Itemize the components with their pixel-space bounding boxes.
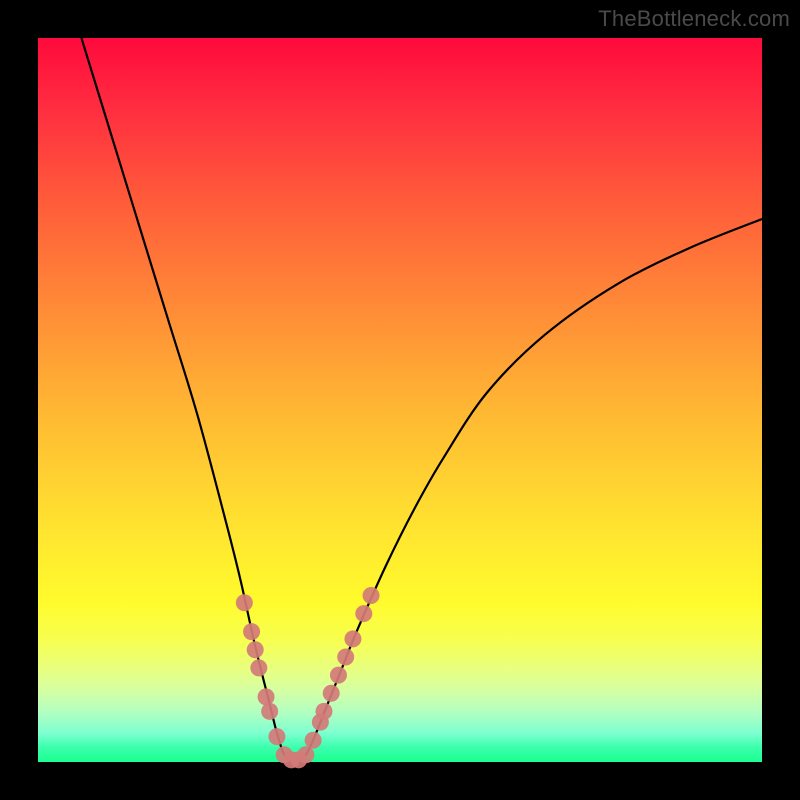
highlight-dot [344, 630, 361, 647]
bottleneck-curve [81, 38, 762, 763]
highlight-dots-group [236, 587, 380, 768]
chart-container: TheBottleneck.com [0, 0, 800, 800]
highlight-dot [305, 732, 322, 749]
highlight-dot [261, 703, 278, 720]
highlight-dot [323, 685, 340, 702]
highlight-dot [258, 688, 275, 705]
highlight-dot [330, 667, 347, 684]
highlight-dot [337, 649, 354, 666]
highlight-dot [243, 623, 260, 640]
highlight-dot [315, 703, 332, 720]
highlight-dot [268, 728, 285, 745]
watermark-label: TheBottleneck.com [598, 6, 790, 32]
highlight-dot [363, 587, 380, 604]
highlight-dot [236, 594, 253, 611]
highlight-dot [250, 659, 267, 676]
highlight-dot [247, 641, 264, 658]
highlight-dot [297, 746, 314, 763]
highlight-dot [355, 605, 372, 622]
chart-svg [38, 38, 762, 762]
plot-area [38, 38, 762, 762]
